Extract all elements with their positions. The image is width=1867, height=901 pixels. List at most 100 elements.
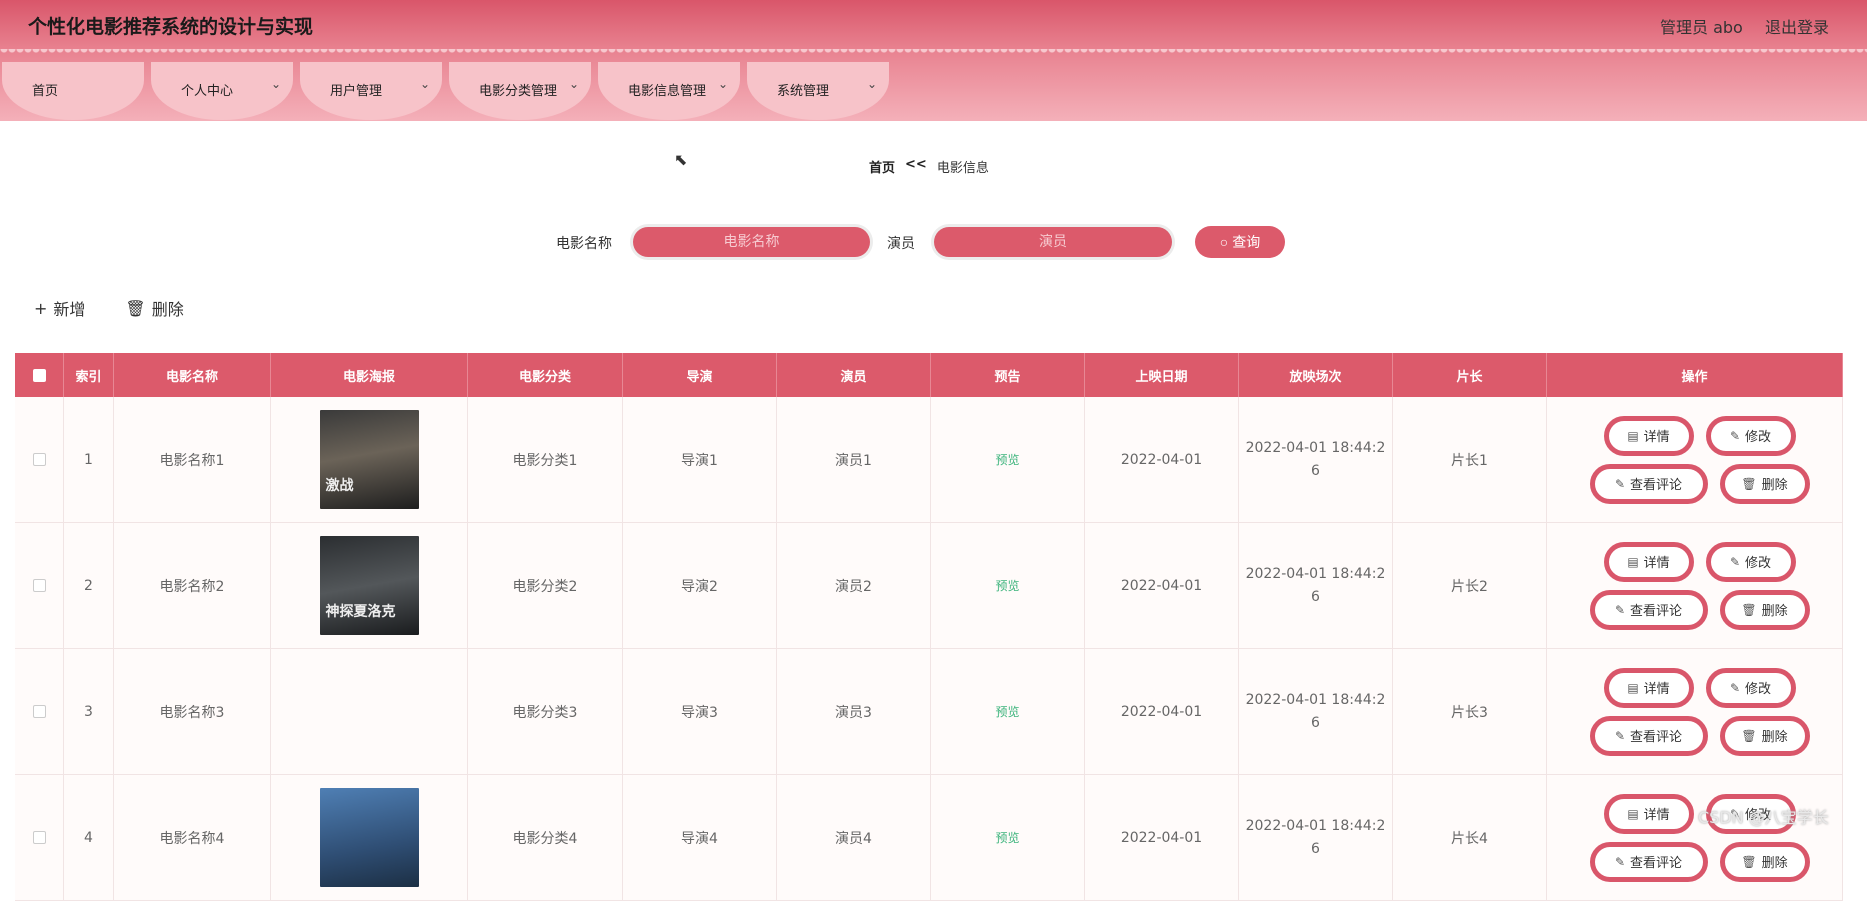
nav-item-home[interactable]: 首页 xyxy=(2,62,144,120)
preview-link[interactable]: 预览 xyxy=(995,577,1019,594)
edit-button[interactable]: ✎ 修改 xyxy=(1705,541,1796,582)
mouse-cursor-icon: ⬉ xyxy=(674,150,688,169)
select-all-checkbox[interactable] xyxy=(32,368,46,382)
nav-item-label: 首页 xyxy=(32,84,59,99)
poster-title: 神探夏洛克 xyxy=(325,604,396,620)
chevron-down-icon: ⌄ xyxy=(270,77,281,91)
nav-item-personal-center[interactable]: 个人中心 ⌄ xyxy=(151,62,293,120)
row-poster-cell xyxy=(271,649,468,774)
row-showtime: 2022-04-01 18:44:2 xyxy=(1245,439,1386,456)
nav-item-user-management[interactable]: 用户管理 ⌄ xyxy=(300,62,442,120)
row-index: 2 xyxy=(64,523,114,648)
row-showtime-cell: 2022-04-01 18:44:2 6 xyxy=(1239,649,1393,774)
batch-delete-button[interactable]: 🗑 删除 xyxy=(125,296,183,320)
row-showtime-cell: 2022-04-01 18:44:2 6 xyxy=(1239,523,1393,648)
query-button[interactable]: ○ 查询 xyxy=(1195,226,1285,258)
add-button[interactable]: + 新增 xyxy=(34,296,85,320)
admin-user-label: 管理员 abo xyxy=(1660,18,1743,37)
detail-button[interactable]: ▤ 详情 xyxy=(1603,667,1694,708)
row-delete-button[interactable]: 🗑 删除 xyxy=(1719,589,1810,630)
view-comments-button[interactable]: ✎ 查看评论 xyxy=(1589,589,1708,630)
header-index: 索引 xyxy=(64,353,114,397)
nav-item-category-management[interactable]: 电影分类管理 ⌄ xyxy=(449,62,591,120)
detail-button[interactable]: ▤ 详情 xyxy=(1603,415,1694,456)
view-comments-button[interactable]: ✎ 查看评论 xyxy=(1589,841,1708,882)
row-preview-cell: 预览 xyxy=(931,775,1085,900)
table-row: 4 电影名称4 电影分类4 导演4 演员4 预览 2022-04-01 2022… xyxy=(15,775,1843,901)
row-director: 导演1 xyxy=(623,397,777,522)
trash-icon: 🗑 xyxy=(125,298,146,318)
detail-button[interactable]: ▤ 详情 xyxy=(1603,541,1694,582)
search-bar: 电影名称 演员 ○ 查询 xyxy=(0,224,1867,260)
pencil-icon: ✎ xyxy=(1614,854,1626,869)
row-movie-name: 电影名称4 xyxy=(114,775,271,900)
row-select-cell xyxy=(15,397,64,522)
csdn-watermark: CSDN @八宝学长 xyxy=(1698,808,1829,827)
row-poster-cell: 激战 xyxy=(271,397,468,522)
row-actor: 演员4 xyxy=(777,775,931,900)
row-index: 3 xyxy=(64,649,114,774)
toolbar: + 新增 🗑 删除 xyxy=(34,296,184,320)
row-length: 片长1 xyxy=(1393,397,1547,522)
document-icon: ▤ xyxy=(1627,554,1639,569)
table-row: 1 电影名称1 激战 电影分类1 导演1 演员1 预览 2022-04-01 2… xyxy=(15,397,1843,523)
breadcrumb: 首页 << 电影信息 xyxy=(869,157,989,176)
edit-button[interactable]: ✎ 修改 xyxy=(1705,415,1796,456)
row-director: 导演4 xyxy=(623,775,777,900)
app-title: 个性化电影推荐系统的设计与实现 xyxy=(28,16,314,38)
breadcrumb-current: 电影信息 xyxy=(936,161,989,176)
view-comments-button[interactable]: ✎ 查看评论 xyxy=(1589,715,1708,756)
row-length: 片长2 xyxy=(1393,523,1547,648)
row-actions: ▤ 详情 ✎ 修改 ✎ 查看评论 🗑 删除 xyxy=(1547,523,1843,648)
chevron-down-icon: ⌄ xyxy=(419,77,430,91)
header-actor: 演员 xyxy=(777,353,931,397)
movie-name-input[interactable] xyxy=(633,227,870,257)
header-actions: 操作 xyxy=(1547,353,1843,397)
detail-label: 详情 xyxy=(1643,682,1670,697)
detail-label: 详情 xyxy=(1643,430,1670,445)
movie-poster-image[interactable] xyxy=(319,788,419,887)
preview-link[interactable]: 预览 xyxy=(995,451,1019,468)
view-comments-button[interactable]: ✎ 查看评论 xyxy=(1589,463,1708,504)
row-category: 电影分类4 xyxy=(468,775,623,900)
preview-link[interactable]: 预览 xyxy=(995,703,1019,720)
row-preview-cell: 预览 xyxy=(931,523,1085,648)
breadcrumb-home[interactable]: 首页 xyxy=(869,157,895,176)
document-icon: ▤ xyxy=(1627,428,1639,443)
row-poster-cell xyxy=(271,775,468,900)
row-checkbox[interactable] xyxy=(32,453,46,466)
header-preview: 预告 xyxy=(931,353,1085,397)
row-delete-button[interactable]: 🗑 删除 xyxy=(1719,841,1810,882)
pencil-icon: ✎ xyxy=(1614,476,1626,491)
row-checkbox[interactable] xyxy=(32,705,46,718)
row-director: 导演3 xyxy=(623,649,777,774)
row-select-cell xyxy=(15,649,64,774)
preview-link[interactable]: 预览 xyxy=(995,829,1019,846)
nav-item-label: 系统管理 xyxy=(777,84,830,99)
row-length: 片长4 xyxy=(1393,775,1547,900)
row-category: 电影分类1 xyxy=(468,397,623,522)
comments-label: 查看评论 xyxy=(1630,478,1683,493)
movie-poster-image[interactable]: 激战 xyxy=(319,410,419,509)
row-delete-button[interactable]: 🗑 删除 xyxy=(1719,463,1810,504)
plus-icon: + xyxy=(34,298,48,318)
header-director: 导演 xyxy=(623,353,777,397)
row-select-cell xyxy=(15,775,64,900)
actor-label: 演员 xyxy=(887,236,915,252)
row-select-cell xyxy=(15,523,64,648)
nav-item-movie-info-management[interactable]: 电影信息管理 ⌄ xyxy=(598,62,740,120)
actor-input[interactable] xyxy=(934,227,1172,257)
row-length: 片长3 xyxy=(1393,649,1547,774)
movie-poster-image[interactable]: 神探夏洛克 xyxy=(319,536,419,635)
detail-label: 详情 xyxy=(1643,808,1670,823)
header-name: 电影名称 xyxy=(114,353,271,397)
row-checkbox[interactable] xyxy=(32,579,46,592)
detail-button[interactable]: ▤ 详情 xyxy=(1603,793,1694,834)
edit-button[interactable]: ✎ 修改 xyxy=(1705,667,1796,708)
header-release-date: 上映日期 xyxy=(1085,353,1239,397)
row-release-date: 2022-04-01 xyxy=(1085,523,1239,648)
nav-item-system-management[interactable]: 系统管理 ⌄ xyxy=(747,62,889,120)
row-delete-button[interactable]: 🗑 删除 xyxy=(1719,715,1810,756)
logout-link[interactable]: 退出登录 xyxy=(1765,14,1829,38)
add-button-label: 新增 xyxy=(53,300,86,319)
